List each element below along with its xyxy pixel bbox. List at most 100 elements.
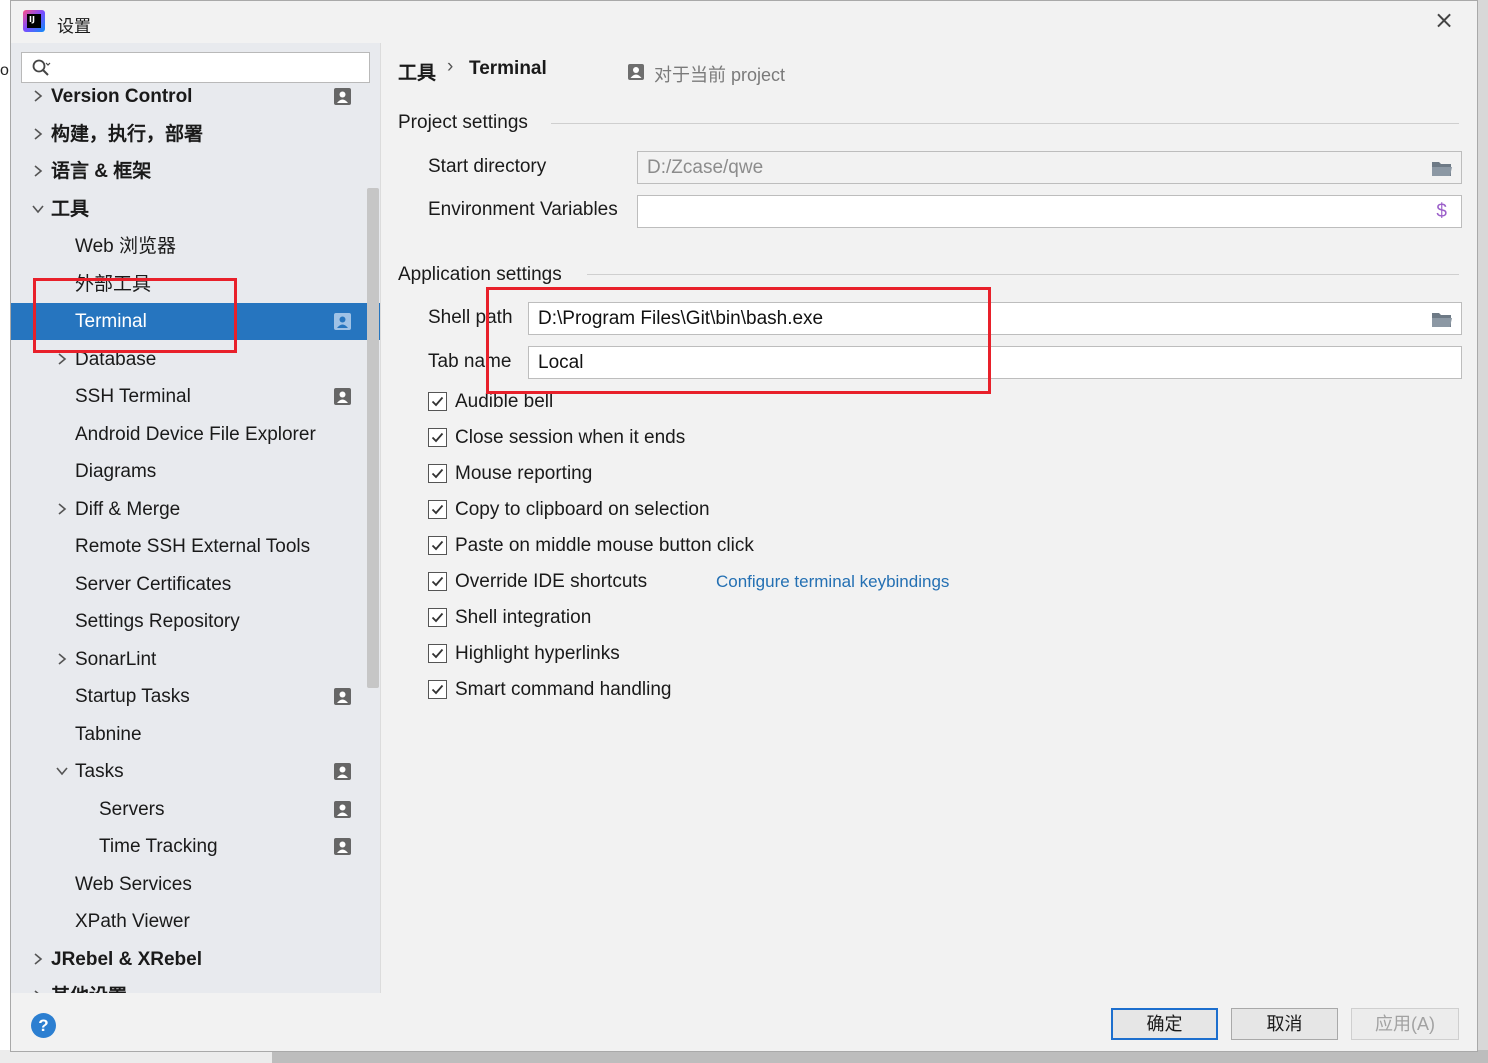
sidebar-item-time-tracking[interactable]: Time Tracking bbox=[11, 828, 381, 865]
checkbox-audible-bell[interactable] bbox=[428, 392, 447, 411]
annotation-box-shell-path bbox=[486, 287, 991, 394]
checkbox-label[interactable]: Close session when it ends bbox=[455, 425, 685, 451]
chevron-right-icon[interactable] bbox=[32, 990, 44, 993]
annotation-box-terminal bbox=[33, 278, 237, 353]
sidebar-item-tasks[interactable]: Tasks bbox=[11, 753, 381, 790]
chevron-right-icon[interactable] bbox=[56, 502, 68, 515]
start-directory-field[interactable]: D:/Zcase/qwe bbox=[637, 151, 1462, 184]
sidebar-item-xpath-viewer[interactable]: XPath Viewer bbox=[11, 903, 381, 940]
terminal-settings-panel: 工具 › Terminal 对于当前 project Project setti… bbox=[381, 43, 1477, 993]
sidebar-item-diagrams[interactable]: Diagrams bbox=[11, 453, 381, 490]
option-mouse-reporting: Mouse reporting bbox=[428, 461, 1328, 487]
sidebar-item-label: Server Certificates bbox=[75, 573, 232, 595]
checkbox-mouse-reporting[interactable] bbox=[428, 464, 447, 483]
sidebar-item-label: 语言 & 框架 bbox=[51, 161, 152, 182]
breadcrumb-separator: › bbox=[447, 56, 454, 77]
sidebar-item-diff-merge[interactable]: Diff & Merge bbox=[11, 491, 381, 528]
checkbox-label[interactable]: Shell integration bbox=[455, 605, 591, 631]
sidebar-item-item-2[interactable]: 语言 & 框架 bbox=[11, 153, 381, 190]
sidebar-item-label: 构建，执行，部署 bbox=[51, 123, 204, 145]
folder-icon[interactable] bbox=[1431, 309, 1453, 329]
window-title: 设置 bbox=[57, 17, 91, 36]
checkbox-label[interactable]: Mouse reporting bbox=[455, 461, 592, 487]
dollar-icon[interactable]: $ bbox=[1436, 196, 1447, 227]
sidebar-item-android-device-file-explorer[interactable]: Android Device File Explorer bbox=[11, 416, 381, 453]
start-directory-label: Start directory bbox=[428, 156, 547, 177]
sidebar-item-ssh-terminal[interactable]: SSH Terminal bbox=[11, 378, 381, 415]
sidebar-item-item-24[interactable]: 其他设置 bbox=[11, 978, 381, 993]
checkbox-paste-on-middle-mouse-button-click[interactable] bbox=[428, 536, 447, 555]
sidebar-item-web-services[interactable]: Web Services bbox=[11, 866, 381, 903]
option-copy-to-clipboard-on-selection: Copy to clipboard on selection bbox=[428, 497, 1328, 523]
sidebar-item-jrebel-xrebel[interactable]: JRebel & XRebel bbox=[11, 941, 381, 978]
intellij-app-icon: IJ bbox=[23, 10, 45, 32]
apply-button[interactable]: 应用(A) bbox=[1351, 1008, 1459, 1040]
sidebar-item-label: SonarLint bbox=[75, 648, 157, 670]
checkbox-smart-command-handling[interactable] bbox=[428, 680, 447, 699]
option-paste-on-middle-mouse-button-click: Paste on middle mouse button click bbox=[428, 533, 1328, 559]
checkbox-override-ide-shortcuts[interactable] bbox=[428, 572, 447, 591]
project-scope-icon bbox=[628, 64, 644, 80]
folder-icon[interactable] bbox=[1431, 158, 1453, 178]
breadcrumb-parent[interactable]: 工具 bbox=[398, 58, 436, 85]
option-override-ide-shortcuts: Override IDE shortcuts Configure terminal… bbox=[428, 569, 1328, 595]
checkbox-label[interactable]: Highlight hyperlinks bbox=[455, 641, 620, 667]
settings-sidebar: Version Control 构建，执行，部署 语言 & 框架 工具 Web 浏览器外… bbox=[11, 43, 381, 993]
sidebar-item-label: Remote SSH External Tools bbox=[75, 536, 311, 557]
sidebar-item-label: Startup Tasks bbox=[75, 686, 190, 707]
sidebar-scrollbar[interactable] bbox=[367, 188, 379, 688]
checkbox-label[interactable]: Copy to clipboard on selection bbox=[455, 497, 710, 523]
cancel-button[interactable]: 取消 bbox=[1231, 1008, 1338, 1040]
sidebar-item-web[interactable]: Web 浏览器 bbox=[11, 228, 381, 265]
sidebar-item-label: XPath Viewer bbox=[75, 911, 190, 932]
chevron-right-icon[interactable] bbox=[32, 165, 44, 177]
sidebar-item-servers[interactable]: Servers bbox=[11, 791, 381, 828]
sidebar-item-label: Diagrams bbox=[75, 461, 157, 482]
sidebar-item-tabnine[interactable]: Tabnine bbox=[11, 716, 381, 753]
sidebar-item-startup-tasks[interactable]: Startup Tasks bbox=[11, 678, 381, 715]
sidebar-item-version-control[interactable]: Version Control bbox=[11, 78, 381, 115]
ok-button[interactable]: 确定 bbox=[1111, 1008, 1218, 1040]
chevron-right-icon[interactable] bbox=[32, 90, 44, 102]
project-scope-icon bbox=[334, 388, 351, 405]
configure-keybindings-link[interactable]: Configure terminal keybindings bbox=[716, 569, 949, 595]
sidebar-item-item-1[interactable]: 构建，执行，部署 bbox=[11, 116, 381, 153]
chevron-right-icon[interactable] bbox=[56, 352, 68, 365]
chevron-right-icon[interactable] bbox=[32, 952, 44, 965]
sidebar-item-settings-repository[interactable]: Settings Repository bbox=[11, 603, 381, 640]
sidebar-item-label: 工具 bbox=[51, 198, 90, 220]
sidebar-item-label: JRebel & XRebel bbox=[51, 948, 202, 970]
chevron-right-icon[interactable] bbox=[56, 652, 68, 665]
checkbox-highlight-hyperlinks[interactable] bbox=[428, 644, 447, 663]
breadcrumb-current: Terminal bbox=[469, 58, 547, 79]
env-vars-field[interactable]: $ bbox=[637, 195, 1462, 228]
sidebar-item-sonarlint[interactable]: SonarLint bbox=[11, 641, 381, 678]
checkbox-close-session-when-it-ends[interactable] bbox=[428, 428, 447, 447]
sidebar-item-server-certificates[interactable]: Server Certificates bbox=[11, 566, 381, 603]
sidebar-item-label: Settings Repository bbox=[75, 611, 240, 632]
sidebar-item-item-3[interactable]: 工具 bbox=[11, 191, 381, 228]
title-bar: IJ 设置 × bbox=[11, 1, 1477, 43]
background-window-edge bbox=[0, 0, 10, 1063]
help-icon[interactable]: ? bbox=[31, 1013, 56, 1038]
sidebar-item-label: Tasks bbox=[75, 761, 124, 782]
sidebar-item-label: SSH Terminal bbox=[75, 386, 191, 407]
checkbox-shell-integration[interactable] bbox=[428, 608, 447, 627]
option-highlight-hyperlinks: Highlight hyperlinks bbox=[428, 641, 1328, 667]
chevron-right-icon[interactable] bbox=[32, 127, 44, 140]
checkbox-label[interactable]: Override IDE shortcuts bbox=[455, 569, 647, 595]
sidebar-item-remote-ssh-external-tools[interactable]: Remote SSH External Tools bbox=[11, 528, 381, 565]
background-text-fragment: o bbox=[0, 62, 9, 79]
checkbox-label[interactable]: Paste on middle mouse button click bbox=[455, 533, 754, 559]
chevron-down-icon[interactable] bbox=[32, 203, 44, 215]
checkbox-copy-to-clipboard-on-selection[interactable] bbox=[428, 500, 447, 519]
checkbox-label[interactable]: Smart command handling bbox=[455, 677, 672, 703]
chevron-down-icon[interactable] bbox=[56, 765, 68, 777]
application-settings-heading: Application settings bbox=[398, 264, 562, 285]
close-icon[interactable]: × bbox=[1431, 7, 1457, 33]
sidebar-item-label: Diff & Merge bbox=[75, 498, 181, 520]
option-close-session-when-it-ends: Close session when it ends bbox=[428, 425, 1328, 451]
section-divider bbox=[551, 123, 1459, 124]
section-divider bbox=[587, 274, 1459, 275]
settings-dialog: IJ 设置 × Version Control 构建，执行，部署 语言 & 框架 工具… bbox=[10, 0, 1478, 1052]
